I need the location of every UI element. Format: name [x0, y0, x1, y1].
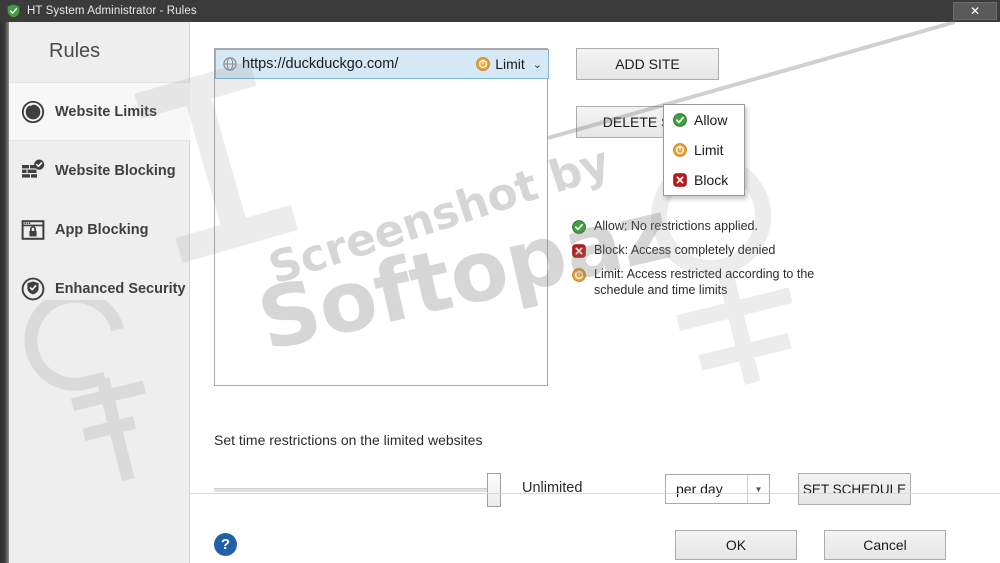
sidebar-nav: Website Limits Website Blocking App Bloc…	[9, 82, 190, 318]
set-schedule-button[interactable]: SET SCHEDULE	[798, 473, 911, 505]
window-body: Rules Website Limits Website Blocking Ap…	[0, 22, 1000, 563]
cancel-button[interactable]: Cancel	[824, 530, 946, 560]
dropdown-option-block[interactable]: Block	[664, 165, 744, 195]
set-schedule-label: SET SCHEDULE	[802, 481, 907, 497]
question-mark-icon: ?	[220, 536, 231, 553]
sidebar-item-label: App Blocking	[55, 221, 149, 238]
dropdown-option-label: Allow	[694, 112, 728, 128]
status-dropdown-menu[interactable]: Allow Limit Block	[663, 104, 745, 196]
sidebar-item-enhanced-security[interactable]: Enhanced Security	[9, 259, 190, 318]
sidebar-item-website-blocking[interactable]: Website Blocking	[9, 141, 190, 200]
legend-item-limit: Limit: Access restricted according to th…	[572, 266, 862, 298]
help-button[interactable]: ?	[214, 533, 237, 556]
sidebar-item-label: Enhanced Security	[55, 280, 186, 297]
status-legend: Allow: No restrictions applied. Block: A…	[572, 218, 862, 306]
sidebar-item-website-limits[interactable]: Website Limits	[9, 82, 190, 141]
dropdown-option-label: Block	[694, 172, 729, 188]
legend-text: Limit: Access restricted according to th…	[594, 267, 815, 297]
sidebar-title: Rules	[49, 40, 101, 62]
ok-button[interactable]: OK	[675, 530, 797, 560]
shield-icon	[7, 4, 20, 18]
allow-icon	[673, 113, 687, 127]
site-list-row[interactable]: https://duckduckgo.com/ Limit ⌄	[215, 49, 549, 79]
add-site-button[interactable]: ADD SITE	[576, 48, 719, 80]
chevron-down-icon[interactable]: ▼	[747, 475, 769, 503]
dropdown-option-limit[interactable]: Limit	[664, 135, 744, 165]
dropdown-option-label: Limit	[694, 142, 724, 158]
window-title: HT System Administrator - Rules	[27, 5, 197, 17]
ok-label: OK	[725, 537, 747, 553]
period-select-label: per day	[676, 481, 723, 497]
time-restrictions-label: Set time restrictions on the limited web…	[214, 432, 483, 448]
globe-icon	[223, 57, 237, 71]
site-list: https://duckduckgo.com/ Limit ⌄	[214, 48, 549, 386]
app-lock-icon	[20, 217, 46, 243]
legend-text: Block: Access completely denied	[594, 243, 776, 257]
sidebar-item-label: Website Blocking	[55, 162, 176, 179]
sidebar-item-label: Website Limits	[55, 103, 158, 120]
slider-handle[interactable]	[487, 473, 501, 507]
limit-icon	[572, 268, 586, 282]
main-pane: https://duckduckgo.com/ Limit ⌄ Allow Li…	[190, 22, 1000, 563]
left-edge-strip	[0, 22, 9, 563]
shield-check-icon	[20, 276, 46, 302]
sidebar: Rules Website Limits Website Blocking Ap…	[9, 22, 190, 563]
clock-icon	[20, 99, 46, 125]
add-site-label: ADD SITE	[615, 56, 680, 72]
period-select[interactable]: per day ▼	[665, 474, 770, 504]
site-url-text: https://duckduckgo.com/	[242, 56, 399, 72]
sidebar-item-app-blocking[interactable]: App Blocking	[9, 200, 190, 259]
legend-text: Allow: No restrictions applied.	[594, 219, 758, 233]
footer-divider	[190, 493, 1000, 494]
block-icon	[572, 244, 586, 258]
allow-icon	[572, 220, 586, 234]
legend-item-block: Block: Access completely denied	[572, 242, 862, 258]
brick-wall-icon	[20, 158, 46, 184]
chevron-down-icon[interactable]: ⌄	[533, 58, 542, 71]
close-icon: ✕	[969, 4, 981, 18]
window-titlebar: HT System Administrator - Rules ✕	[0, 0, 1000, 22]
time-limit-slider[interactable]	[214, 473, 501, 507]
block-icon	[673, 173, 687, 187]
limit-icon	[673, 143, 687, 157]
limit-icon	[476, 57, 491, 71]
legend-item-allow: Allow: No restrictions applied.	[572, 218, 862, 234]
site-status-label: Limit	[495, 56, 525, 72]
cancel-label: Cancel	[863, 537, 907, 553]
dropdown-option-allow[interactable]: Allow	[664, 105, 744, 135]
close-button[interactable]: ✕	[953, 2, 997, 20]
site-status-selector[interactable]: Limit ⌄	[476, 56, 542, 72]
